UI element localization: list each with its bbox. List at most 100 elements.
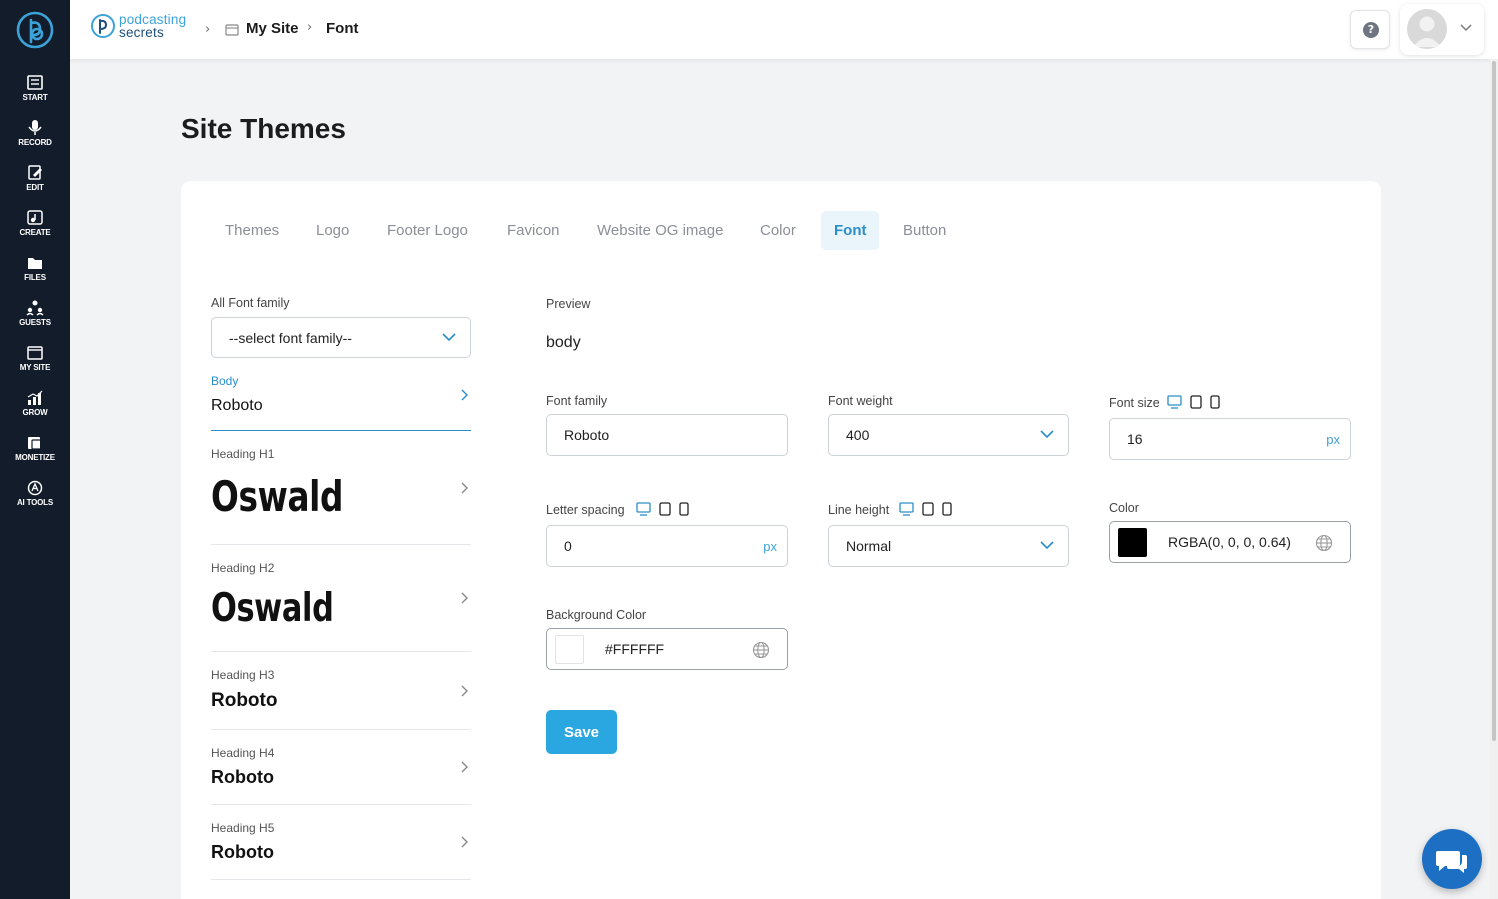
save-button[interactable]: Save: [546, 710, 617, 754]
color-swatch[interactable]: [1118, 528, 1147, 557]
help-icon: ?: [1363, 22, 1379, 38]
site-icon: [27, 346, 43, 360]
divider: [211, 804, 471, 805]
help-button[interactable]: ?: [1350, 10, 1390, 49]
top-bar: podcasting secrets › My Site › Font ?: [70, 0, 1498, 59]
chevron-right-icon: ›: [307, 20, 313, 35]
font-item-name: Roboto: [211, 767, 274, 787]
tab-favicon[interactable]: Favicon: [494, 211, 573, 250]
tablet-icon[interactable]: [922, 502, 934, 516]
tablet-icon[interactable]: [1190, 395, 1202, 409]
tab-button[interactable]: Button: [890, 211, 959, 250]
font-item-heading-h4[interactable]: Heading H4 Roboto: [211, 743, 471, 805]
input-value: Roboto: [564, 427, 610, 443]
edit-icon: [28, 165, 42, 180]
sidebar-item-grow[interactable]: GROW: [0, 389, 70, 431]
selected-underline: [211, 430, 471, 431]
chevron-down-icon: [1040, 541, 1054, 550]
font-item-heading-h3[interactable]: Heading H3 Roboto: [211, 665, 471, 730]
chevron-right-icon: [461, 389, 468, 401]
desktop-icon[interactable]: [899, 502, 914, 516]
font-item-heading-h5[interactable]: Heading H5 Roboto: [211, 818, 471, 880]
sidebar-item-label: START: [22, 93, 48, 102]
sidebar-item-monetize[interactable]: MONETIZE: [0, 434, 70, 476]
tablet-icon[interactable]: [659, 502, 671, 516]
font-item-label: Heading H2: [211, 561, 275, 575]
color-label: Color: [1109, 501, 1139, 515]
font-item-body[interactable]: Body Roboto: [211, 371, 471, 431]
sidebar-item-start[interactable]: START: [0, 74, 70, 116]
desktop-icon[interactable]: [1167, 395, 1182, 409]
unit-label: px: [763, 539, 777, 554]
mobile-icon[interactable]: [1210, 395, 1220, 409]
start-icon: [27, 75, 43, 90]
ai-icon: [27, 480, 43, 496]
font-item-name: Oswald: [211, 586, 334, 631]
font-size-input[interactable]: 16 px: [1109, 418, 1351, 460]
tab-logo[interactable]: Logo: [303, 211, 362, 250]
files-icon: [28, 258, 42, 269]
input-value: RGBA(0, 0, 0, 0.64): [1168, 534, 1291, 550]
all-font-family-select[interactable]: --select font family--: [211, 317, 471, 358]
scrollbar-thumb[interactable]: [1492, 61, 1496, 741]
desktop-icon[interactable]: [636, 502, 651, 516]
sidebar-item-guests[interactable]: GUESTS: [0, 299, 70, 341]
tab-color[interactable]: Color: [747, 211, 809, 250]
line-height-select[interactable]: Normal: [828, 525, 1069, 567]
chat-button[interactable]: [1422, 829, 1482, 889]
sidebar-item-my-site[interactable]: MY SITE: [0, 344, 70, 386]
globe-icon[interactable]: [1315, 534, 1333, 552]
color-picker-input[interactable]: RGBA(0, 0, 0, 0.64): [1109, 521, 1351, 563]
line-height-label: Line height: [828, 503, 890, 517]
tab-font[interactable]: Font: [821, 211, 880, 250]
chevron-right-icon: [461, 685, 468, 697]
chevron-right-icon: ›: [205, 22, 211, 37]
tab-website-og-image[interactable]: Website OG image: [584, 211, 736, 250]
sidebar-item-ai-tools[interactable]: AI TOOLS: [0, 479, 70, 521]
breadcrumb-my-site[interactable]: My Site: [246, 20, 299, 37]
color-swatch[interactable]: [555, 635, 584, 664]
sidebar-item-files[interactable]: FILES: [0, 254, 70, 296]
guests-icon: [26, 300, 44, 316]
font-size-label: Font size: [1109, 396, 1160, 410]
letter-spacing-input[interactable]: 0 px: [546, 525, 788, 567]
page-title: Site Themes: [181, 113, 346, 144]
font-item-label: Heading H5: [211, 821, 275, 835]
background-color-label: Background Color: [546, 608, 647, 622]
font-item-label: Heading H1: [211, 447, 275, 461]
user-menu[interactable]: [1400, 4, 1484, 55]
breadcrumb-font: Font: [326, 20, 359, 37]
divider: [211, 729, 471, 730]
sidebar-item-label: FILES: [24, 273, 46, 282]
all-font-family-label: All Font family: [211, 296, 290, 310]
globe-icon[interactable]: [752, 641, 770, 659]
sidebar-item-record[interactable]: RECORD: [0, 119, 70, 161]
font-item-label: Heading H4: [211, 746, 275, 760]
monetize-icon: [28, 437, 43, 450]
divider: [211, 544, 471, 545]
sidebar-item-label: GUESTS: [19, 318, 51, 327]
font-family-label: Font family: [546, 394, 608, 408]
tab-themes[interactable]: Themes: [212, 211, 292, 250]
divider: [211, 879, 471, 880]
tab-footer-logo[interactable]: Footer Logo: [374, 211, 481, 250]
sidebar-item-edit[interactable]: EDIT: [0, 164, 70, 206]
font-weight-select[interactable]: 400: [828, 414, 1069, 456]
mobile-icon[interactable]: [942, 502, 952, 516]
chevron-right-icon: [461, 592, 468, 604]
brand-logo[interactable]: podcasting secrets: [90, 12, 200, 42]
app-logo-icon[interactable]: [15, 10, 55, 50]
page-scrollbar[interactable]: [1490, 59, 1498, 899]
avatar: [1407, 9, 1447, 49]
mobile-icon[interactable]: [679, 502, 689, 516]
font-item-heading-h2[interactable]: Heading H2 Oswald: [211, 558, 471, 652]
font-item-label: Heading H3: [211, 668, 275, 682]
chevron-right-icon: [461, 482, 468, 494]
chevron-right-icon: [461, 761, 468, 773]
sidebar-item-create[interactable]: CREATE: [0, 209, 70, 251]
background-color-input[interactable]: #FFFFFF: [546, 628, 788, 670]
device-toggle-group: [636, 502, 689, 516]
sidebar-item-label: MY SITE: [19, 363, 51, 372]
font-item-heading-h1[interactable]: Heading H1 Oswald: [211, 444, 471, 545]
font-family-input[interactable]: Roboto: [546, 414, 788, 456]
